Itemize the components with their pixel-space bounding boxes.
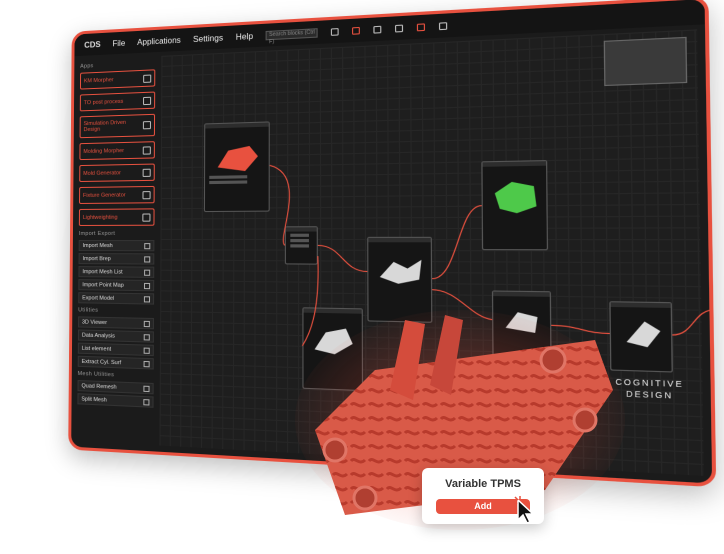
- tool-3d-viewer[interactable]: 3D Viewer: [78, 316, 154, 329]
- app-lightweighting[interactable]: Lightweighting: [79, 208, 155, 226]
- mesh-utilities-title: Mesh Utilities: [78, 371, 154, 380]
- tool-export-model[interactable]: Export Model: [78, 292, 154, 304]
- menu-help[interactable]: Help: [236, 31, 253, 41]
- cognitive-design-logo: COGNITIVE DESIGN: [615, 378, 684, 404]
- menu-applications[interactable]: Applications: [137, 35, 181, 46]
- mesh-icon: [143, 385, 149, 391]
- viewer-icon: [144, 320, 150, 326]
- app-to-post-process[interactable]: TO post process: [80, 92, 155, 112]
- menu-file[interactable]: File: [112, 38, 125, 48]
- tool-quad-remesh[interactable]: Quad Remesh: [78, 380, 154, 394]
- cube-icon: [144, 256, 150, 262]
- chart-icon: [144, 334, 150, 340]
- node-green-part-2[interactable]: [714, 277, 716, 364]
- cylinder-icon: [144, 360, 150, 366]
- redo-icon[interactable]: [417, 23, 425, 31]
- apps-section-title: Apps: [80, 60, 155, 70]
- import-export-title: Import Export: [79, 231, 155, 237]
- list-icon: [144, 269, 150, 275]
- pointer-cursor-icon: [512, 496, 536, 526]
- menu-settings[interactable]: Settings: [193, 33, 223, 44]
- app-icon: [142, 191, 150, 199]
- cube-icon: [144, 243, 150, 249]
- tool-import-point-map[interactable]: Import Point Map: [78, 279, 154, 291]
- app-icon: [143, 146, 151, 154]
- tool-list-element[interactable]: List element: [78, 343, 154, 357]
- export-icon: [144, 296, 150, 302]
- tool-split-mesh[interactable]: Split Mesh: [77, 393, 153, 408]
- paste-icon[interactable]: [352, 26, 360, 34]
- utilities-title: Utilities: [78, 307, 154, 315]
- app-icon: [142, 213, 150, 221]
- stage: CDS File Applications Settings Help Sear…: [0, 0, 724, 554]
- app-icon: [143, 96, 151, 104]
- split-icon: [143, 399, 149, 405]
- app-fixture-generator[interactable]: Fixture Generator: [79, 186, 155, 204]
- node-header: [716, 278, 717, 283]
- tool-import-brep[interactable]: Import Brep: [79, 253, 155, 265]
- tool-data-analysis[interactable]: Data Analysis: [78, 329, 154, 342]
- app-simulation-driven-design[interactable]: Simulation Driven Design: [80, 114, 155, 138]
- undo-icon[interactable]: [395, 24, 403, 32]
- app-icon: [143, 121, 151, 129]
- tool-extract-cyl-surf[interactable]: Extract Cyl. Surf: [78, 356, 154, 370]
- app-mold-generator[interactable]: Mold Generator: [79, 164, 155, 182]
- app-icon: [143, 74, 151, 82]
- app-logo: CDS: [84, 40, 101, 50]
- tool-import-mesh[interactable]: Import Mesh: [79, 240, 155, 251]
- app-molding-morpher[interactable]: Molding Morpher: [79, 141, 155, 160]
- search-input[interactable]: Search blocks (Ctrl F): [266, 28, 318, 40]
- tool-import-mesh-list[interactable]: Import Mesh List: [78, 266, 154, 278]
- app-icon: [143, 168, 151, 176]
- delete-icon[interactable]: [374, 25, 382, 33]
- settings-icon[interactable]: [439, 22, 447, 30]
- points-icon: [144, 282, 150, 288]
- popup-title: Variable TPMS: [422, 478, 544, 490]
- copy-icon[interactable]: [331, 28, 339, 36]
- app-km-morpher[interactable]: KM Morpher: [80, 69, 155, 89]
- list-icon: [144, 347, 150, 353]
- sidebar: Apps KM Morpher TO post process Simulati…: [77, 56, 155, 447]
